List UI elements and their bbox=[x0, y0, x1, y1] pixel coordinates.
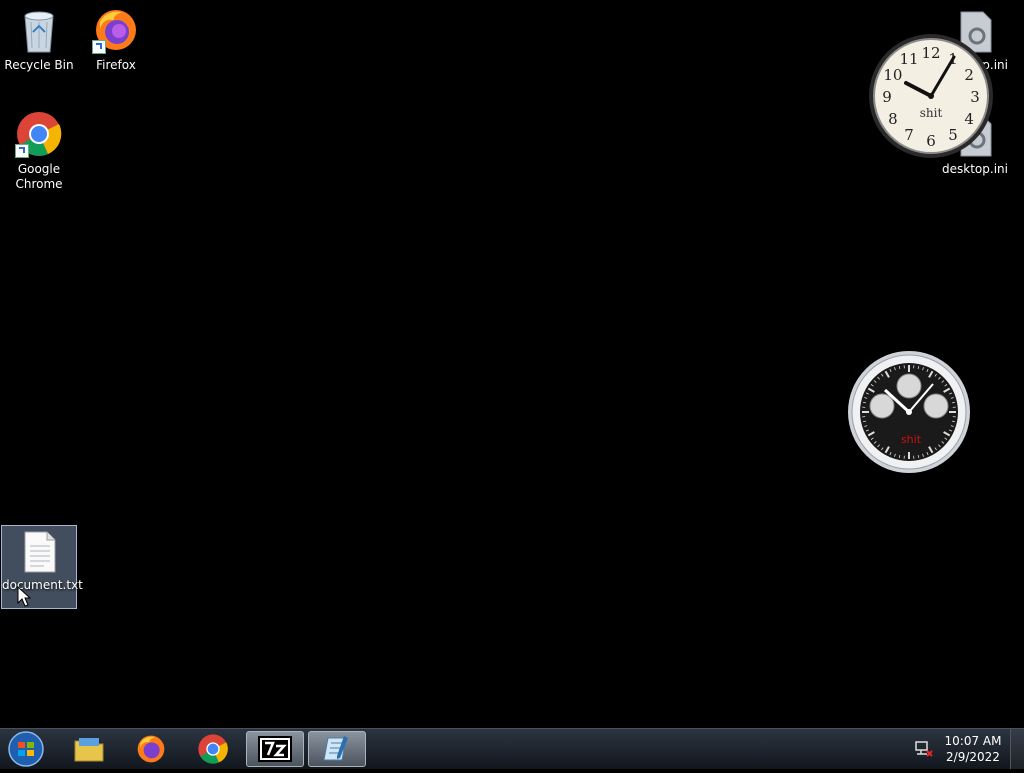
clock-numeral: 2 bbox=[964, 66, 974, 84]
chrome-icon bbox=[15, 110, 63, 158]
taskbar-chrome-button[interactable] bbox=[184, 731, 242, 767]
firefox-icon bbox=[92, 6, 140, 54]
chronograph-gadget[interactable]: shit bbox=[847, 350, 971, 474]
desktop-icon-label: Google Chrome bbox=[1, 162, 77, 192]
shortcut-arrow-icon bbox=[15, 144, 29, 158]
desktop-icon-label: Recycle Bin bbox=[1, 58, 77, 73]
recycle-bin-icon bbox=[15, 6, 63, 54]
network-icon[interactable] bbox=[914, 739, 934, 759]
7zip-icon bbox=[258, 736, 292, 762]
clock-numeral: 5 bbox=[948, 126, 958, 144]
clock-numeral: 4 bbox=[964, 110, 974, 128]
chrome-icon bbox=[197, 733, 229, 765]
firefox-icon bbox=[135, 733, 167, 765]
clock-numeral: 3 bbox=[970, 88, 980, 106]
clock-numeral: 7 bbox=[904, 126, 914, 144]
clock-gadget[interactable]: 121234567891011 shit bbox=[868, 33, 994, 159]
desktop-icon-text-file[interactable]: document.txt bbox=[1, 525, 77, 609]
desktop-icon-firefox[interactable]: Firefox bbox=[78, 6, 154, 73]
clock-numeral: 9 bbox=[882, 88, 892, 106]
desktop-icon-label: Firefox bbox=[78, 58, 154, 73]
notepad-icon bbox=[322, 734, 352, 764]
shortcut-arrow-icon bbox=[92, 40, 106, 54]
clock-numeral: 10 bbox=[883, 66, 902, 84]
desktop-icon-label: document.txt bbox=[2, 578, 76, 593]
show-desktop-button[interactable] bbox=[1010, 729, 1024, 769]
taskbar-windows-explorer-button[interactable] bbox=[60, 731, 118, 767]
text-file-icon bbox=[19, 530, 59, 574]
system-clock[interactable]: 10:07 AM 2/9/2022 bbox=[940, 729, 1006, 773]
desktop-icon-label: desktop.ini bbox=[937, 162, 1013, 177]
taskbar: 10:07 AM 2/9/2022 bbox=[0, 728, 1024, 769]
clock-gadget-label: shit bbox=[920, 106, 943, 120]
clock-numeral: 12 bbox=[921, 44, 940, 62]
taskbar-notepad-button[interactable] bbox=[308, 731, 366, 767]
desktop-icon-google-chrome[interactable]: Google Chrome bbox=[1, 110, 77, 192]
chronograph-gadget-label: shit bbox=[901, 433, 922, 446]
taskbar-7zip-button[interactable] bbox=[246, 731, 304, 767]
system-time: 10:07 AM bbox=[940, 733, 1006, 749]
start-button[interactable] bbox=[6, 730, 46, 768]
system-date: 2/9/2022 bbox=[940, 749, 1006, 765]
taskbar-firefox-button[interactable] bbox=[122, 731, 180, 767]
mouse-pointer-icon bbox=[17, 586, 31, 612]
clock-numeral: 6 bbox=[926, 132, 936, 150]
desktop-icon-recycle-bin[interactable]: Recycle Bin bbox=[1, 6, 77, 73]
clock-numeral: 8 bbox=[888, 110, 898, 128]
folder-icon bbox=[73, 735, 105, 763]
clock-numeral: 11 bbox=[899, 50, 918, 68]
